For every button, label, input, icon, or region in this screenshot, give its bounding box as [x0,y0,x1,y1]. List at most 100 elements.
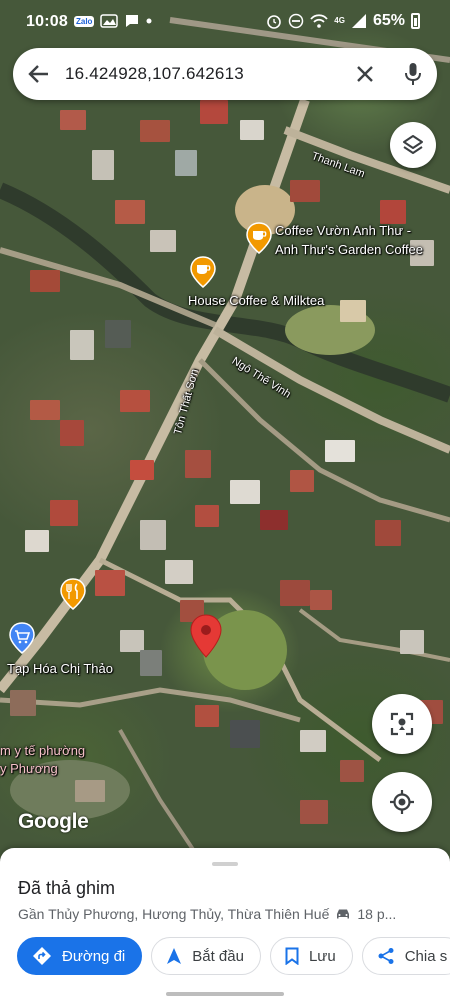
rooftop [195,505,219,527]
rooftop [60,420,84,446]
share-label: Chia s [404,947,448,965]
status-time: 10:08 [26,13,68,30]
rooftop [230,480,260,504]
place-subtitle: Gần Thủy Phương, Hương Thủy, Thừa Thiên … [18,906,450,922]
rooftop [140,520,166,550]
rooftop [325,440,355,462]
rooftop [120,390,150,412]
rooftop [260,510,288,530]
rooftop [280,580,310,606]
place-bottom-sheet[interactable]: Đã thả ghim Gần Thủy Phương, Hương Thủy,… [0,848,450,1000]
clear-button[interactable] [341,48,389,100]
action-chips: Đường đi Bắt đầu Lưu Chia s [17,937,450,975]
rooftop [25,530,49,552]
voice-search-button[interactable] [389,48,437,100]
status-bar: 10:08 Zalo 4G 65% [0,0,450,44]
battery-icon [411,13,420,29]
alarm-icon [267,15,282,29]
directions-icon [33,947,51,965]
sheet-drag-handle[interactable] [212,862,238,866]
poi-label-tap-hoa: Tạp Hóa Chị Thảo [7,661,113,676]
google-logo: Google [18,810,89,833]
save-button[interactable]: Lưu [269,937,353,975]
layers-icon [403,135,423,154]
rooftop [115,200,145,224]
wifi-icon [310,14,328,28]
street-view-icon [390,712,414,736]
rooftop [10,690,36,716]
rooftop [300,730,326,752]
street-view-button[interactable] [372,694,432,754]
shopping-icon [9,622,35,654]
back-button[interactable] [13,48,65,100]
rooftop [200,100,228,124]
car-icon [337,909,350,919]
navigation-arrow-icon [167,948,182,964]
do-not-disturb-icon [289,13,304,29]
arrow-back-icon [28,65,48,83]
rooftop [30,270,60,292]
directions-label: Đường đi [62,947,126,965]
cafe-icon [246,222,272,254]
dropped-pin-icon[interactable] [190,614,222,658]
rooftop [92,150,114,180]
rooftop [95,570,125,596]
save-label: Lưu [308,947,336,965]
system-icons: 4G 65% [266,12,420,30]
rooftop [150,230,176,252]
rooftop [290,180,320,202]
my-location-button[interactable] [372,772,432,832]
zalo-icon: Zalo [74,15,95,27]
dot-icon [146,18,152,24]
rooftop [70,330,94,360]
battery-percent: 65% [372,12,405,29]
bookmark-icon [285,947,299,965]
network-type: 4G [334,16,345,25]
rooftop [50,500,78,526]
rooftop [195,705,219,727]
directions-button[interactable]: Đường đi [17,937,143,975]
rooftop [300,800,328,824]
rooftop [290,470,314,492]
rooftop [130,460,154,480]
rooftop [230,720,260,748]
rooftop [120,630,144,652]
rooftop [75,780,105,802]
rooftop [400,630,424,654]
search-input[interactable]: 16.424928,107.642613 [65,64,341,84]
notification-icons: Zalo [74,13,152,29]
place-address: Gần Thủy Phương, Hương Thủy, Thừa Thiên … [18,906,330,922]
start-label: Bắt đầu [192,947,244,965]
poi-label-house-coffee: House Coffee & Milktea [188,293,325,308]
close-icon [357,66,373,82]
travel-time: 18 p... [357,906,397,922]
mic-icon [405,63,421,85]
rooftop [185,450,211,478]
rooftop [340,300,366,322]
poi-label-clinic-line2[interactable]: y Phương [0,761,58,776]
rooftop [30,400,60,420]
rooftop [175,150,197,176]
message-icon [126,15,139,27]
search-bar[interactable]: 16.424928,107.642613 [13,48,437,100]
rooftop [140,120,170,142]
poi-label-coffee-vuon-line1: Coffee Vườn Anh Thư - [275,223,412,238]
share-button[interactable]: Chia s [361,937,450,975]
poi-label-clinic-line1[interactable]: m y tế phường [0,743,85,758]
my-location-icon [390,790,414,814]
rooftop [340,760,364,782]
start-button[interactable]: Bắt đầu [151,937,261,975]
image-icon [100,14,119,28]
signal-icon [351,14,366,28]
rooftop [105,320,131,348]
share-icon [378,948,394,964]
rooftop [380,200,406,224]
rooftop [165,560,193,584]
gesture-navigation-bar[interactable] [166,992,284,996]
poi-label-coffee-vuon-line2: Anh Thư's Garden Coffee [275,242,424,257]
layers-button[interactable] [390,122,436,168]
rooftop [60,110,86,130]
rooftop [310,590,332,610]
place-title: Đã thả ghim [18,878,116,898]
restaurant-icon[interactable] [60,578,86,610]
